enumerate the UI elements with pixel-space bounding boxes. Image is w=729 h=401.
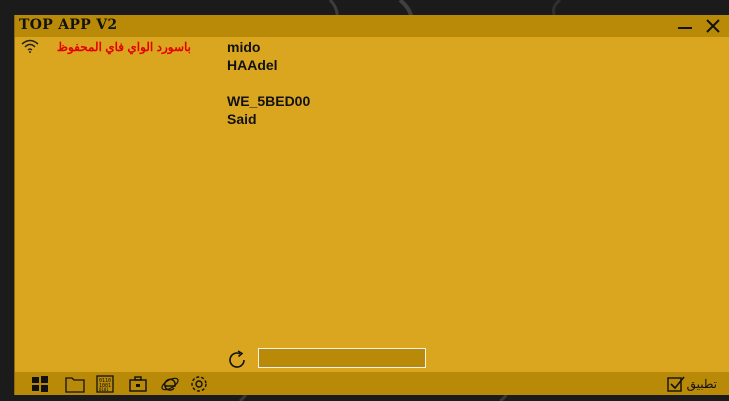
svg-text:0101: 0101	[99, 387, 109, 392]
password-input[interactable]	[258, 348, 426, 368]
bottom-toolbar: 0110 1001 0101 تطبيق	[15, 372, 729, 395]
apply-label: تطبيق	[686, 377, 717, 391]
binary-calculator-icon[interactable]: 0110 1001 0101	[96, 375, 114, 393]
app-window: TOP APP V2 باسورد الواي فاي المحفوظ mido…	[14, 15, 729, 395]
list-item[interactable]: Said	[227, 110, 310, 128]
folder-icon[interactable]	[65, 375, 85, 393]
checkbox-check-icon	[666, 376, 685, 392]
wifi-icon	[21, 39, 39, 53]
close-icon	[706, 19, 720, 33]
list-item[interactable]: HAAdel	[227, 56, 310, 74]
internet-explorer-icon[interactable]	[160, 375, 180, 393]
window-title: TOP APP V2	[19, 17, 118, 33]
saved-wifi-passwords-header: باسورد الواي فاي المحفوظ	[19, 39, 199, 57]
gear-icon[interactable]	[189, 375, 209, 393]
windows-icon[interactable]	[31, 375, 49, 393]
apply-button[interactable]: تطبيق	[666, 375, 717, 393]
list-item[interactable]: mido	[227, 38, 310, 56]
list-item-empty	[227, 74, 310, 92]
minimize-button[interactable]	[675, 15, 695, 37]
list-item[interactable]: WE_5BED00	[227, 92, 310, 110]
close-button[interactable]	[703, 15, 723, 37]
refresh-icon	[229, 350, 245, 368]
network-list: mido HAAdel WE_5BED00 Said	[227, 38, 310, 128]
briefcase-icon[interactable]	[129, 375, 147, 393]
saved-wifi-label: باسورد الواي فاي المحفوظ	[56, 40, 191, 54]
title-bar[interactable]: TOP APP V2	[15, 15, 729, 37]
